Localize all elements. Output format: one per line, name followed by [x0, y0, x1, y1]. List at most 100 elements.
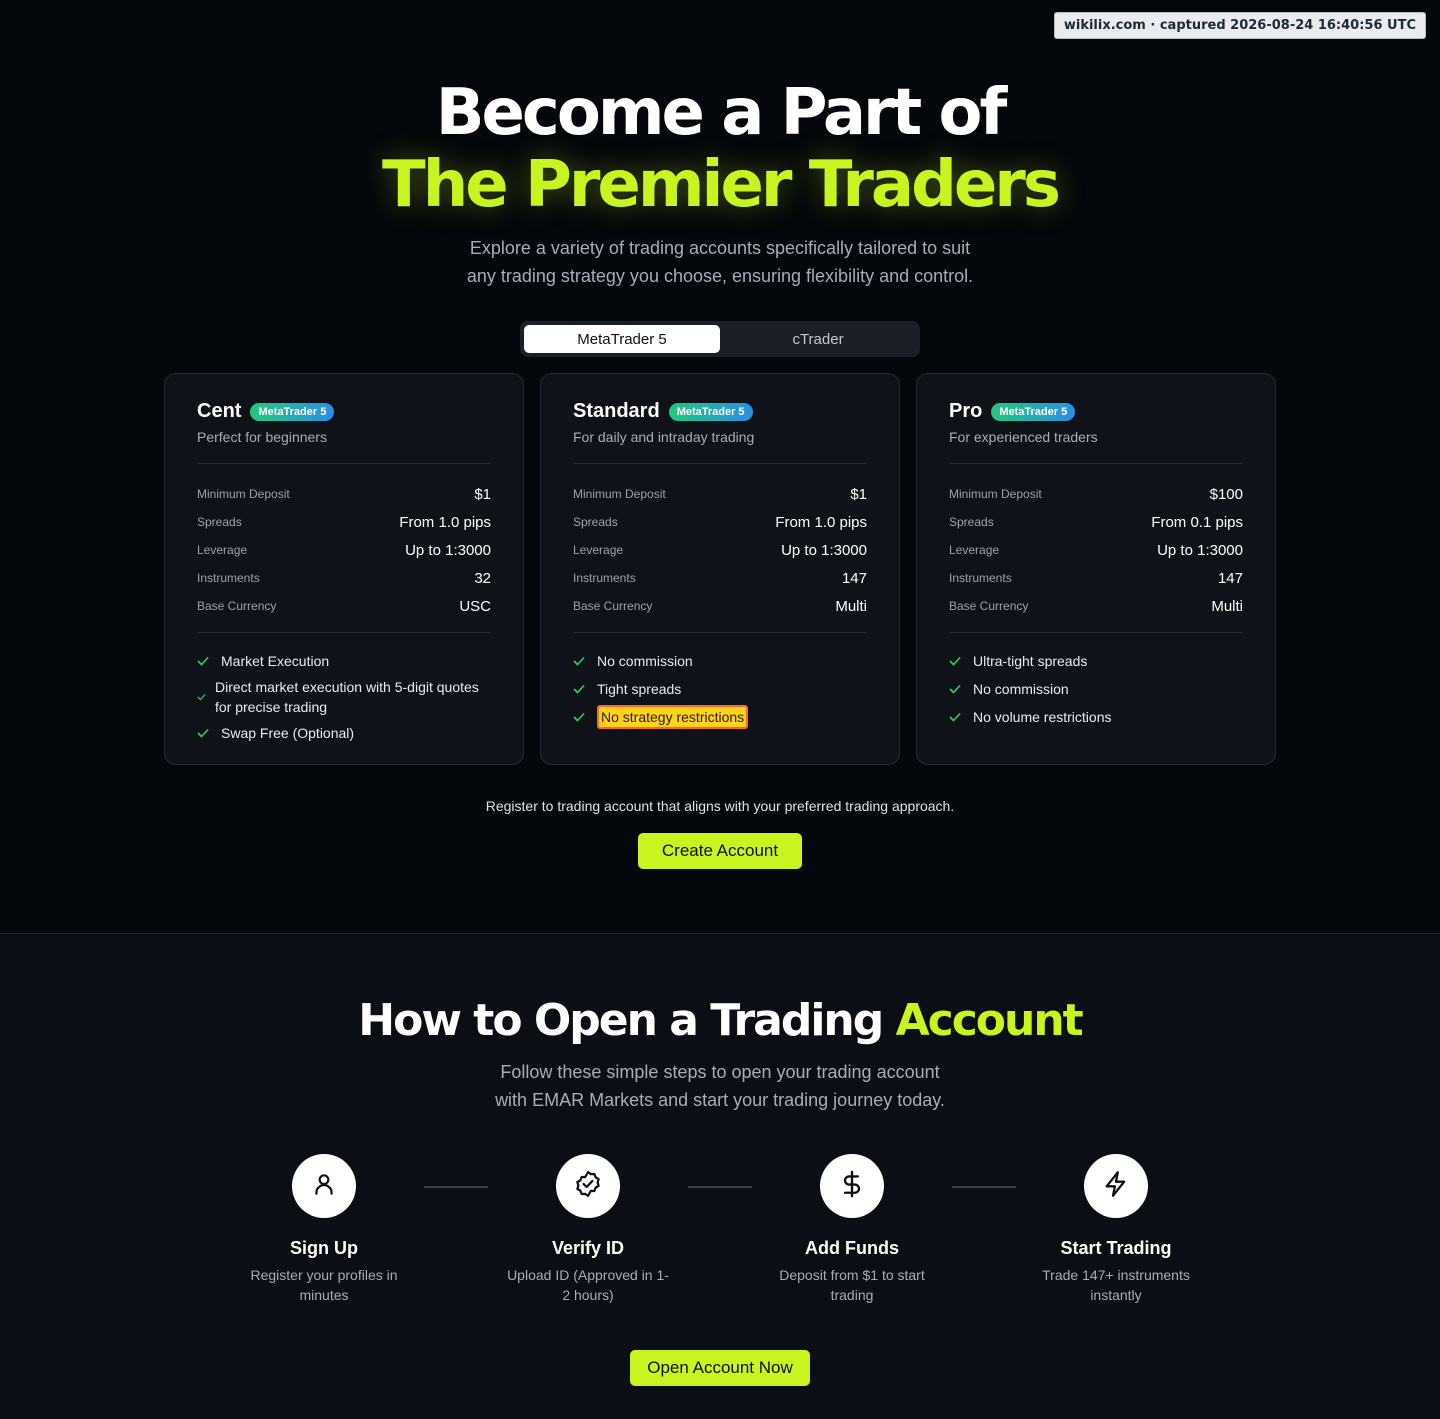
hero-subtitle-line: any trading strategy you choose, ensurin… [466, 266, 974, 286]
how-to-title-main: How to Open a Trading [358, 995, 896, 1046]
spec-label: Base Currency [949, 599, 1029, 613]
spec-label: Minimum Deposit [573, 487, 666, 501]
feature-text: Market Execution [221, 653, 330, 669]
platform-badge: MetaTrader 5 [991, 402, 1076, 421]
feature-item: No strategy restrictions [573, 703, 867, 731]
spec-label: Base Currency [573, 599, 653, 613]
spec-row: Instruments 147 [573, 564, 867, 592]
feature-item: Direct market execution with 5-digit quo… [197, 677, 491, 717]
spec-row: Spreads From 0.1 pips [949, 508, 1243, 536]
step-description: Trade 147+ instruments instantly [1042, 1267, 1190, 1303]
spec-value: Up to 1:3000 [405, 541, 491, 559]
step-connector [952, 1186, 1016, 1188]
hero-title: Become a Part of [435, 76, 1008, 150]
spec-row: Spreads From 1.0 pips [197, 508, 491, 536]
check-icon [573, 712, 587, 722]
step-icon-circle [292, 1154, 356, 1218]
step-verify-id: Verify ID Upload ID (Approved in 1-2 hou… [488, 1154, 688, 1305]
step-description: Deposit from $1 to start trading [779, 1267, 925, 1303]
how-to-title-accent: Account [895, 995, 1084, 1046]
feature-item: Ultra-tight spreads [949, 647, 1243, 675]
step-connector [688, 1186, 752, 1188]
verified-badge-icon [573, 1169, 603, 1204]
feature-list: Ultra-tight spreads No commission No vol… [949, 647, 1243, 731]
step-icon-circle [820, 1154, 884, 1218]
feature-text: No volume restrictions [973, 709, 1112, 725]
feature-text: No commission [597, 653, 693, 669]
divider [573, 463, 867, 464]
open-account-now-button[interactable]: Open Account Now [630, 1350, 810, 1386]
check-icon [197, 728, 211, 738]
feature-list: Market Execution Direct market execution… [197, 647, 491, 747]
spec-row: Leverage Up to 1:3000 [573, 536, 867, 564]
step-icon-circle [1084, 1154, 1148, 1218]
how-to-title: How to Open a Trading Account [0, 995, 1440, 1046]
spec-value: 147 [1217, 569, 1243, 587]
feature-text: Ultra-tight spreads [973, 653, 1088, 669]
user-icon [311, 1171, 337, 1202]
spec-value: From 1.0 pips [399, 513, 491, 531]
step-add-funds: Add Funds Deposit from $1 to start tradi… [752, 1154, 952, 1305]
account-name: Standard [573, 400, 660, 422]
divider [573, 632, 867, 633]
spec-row: Base Currency USC [197, 592, 491, 620]
divider [949, 463, 1243, 464]
platform-badge: MetaTrader 5 [250, 402, 335, 421]
spec-value: From 1.0 pips [775, 513, 867, 531]
spec-value: $1 [850, 485, 867, 503]
create-account-button[interactable]: Create Account [638, 833, 802, 869]
spec-label: Leverage [197, 543, 248, 557]
step-title: Verify ID [551, 1238, 625, 1258]
feature-item: No volume restrictions [949, 703, 1243, 731]
spec-row: Base Currency Multi [949, 592, 1243, 620]
step-description: Register your profiles in minutes [250, 1267, 398, 1303]
spec-label: Leverage [949, 543, 1000, 557]
tab-metatrader-5[interactable]: MetaTrader 5 [524, 325, 720, 353]
dollar-icon [838, 1169, 866, 1204]
account-card-pro: Pro MetaTrader 5 For experienced traders… [916, 373, 1276, 765]
how-to-subtitle-line: with EMAR Markets and start your trading… [495, 1090, 945, 1110]
step-connector [424, 1186, 488, 1188]
spec-value: USC [459, 597, 491, 615]
spec-row: Instruments 147 [949, 564, 1243, 592]
spec-label: Minimum Deposit [197, 487, 290, 501]
account-subtitle: For experienced traders [949, 429, 1098, 445]
feature-text: No commission [973, 681, 1069, 697]
step-start-trading: Start Trading Trade 147+ instruments ins… [1016, 1154, 1216, 1305]
spec-label: Spreads [949, 515, 994, 529]
spec-value: $1 [474, 485, 491, 503]
spec-row: Minimum Deposit $1 [573, 480, 867, 508]
spec-value: $100 [1209, 485, 1243, 503]
spec-label: Minimum Deposit [949, 487, 1042, 501]
highlighted-feature-text: No strategy restrictions [597, 705, 749, 729]
account-subtitle: Perfect for beginners [197, 429, 327, 445]
spec-value: From 0.1 pips [1151, 513, 1243, 531]
tab-ctrader[interactable]: cTrader [720, 325, 916, 353]
how-to-subtitle: Follow these simple steps to open your t… [440, 1058, 1000, 1114]
spec-row: Leverage Up to 1:3000 [197, 536, 491, 564]
spec-value: 32 [474, 569, 491, 587]
account-subtitle: For daily and intraday trading [573, 429, 755, 445]
platform-tabs: MetaTrader 5 cTrader [520, 321, 920, 357]
hero-title-accent: The Premier Traders [382, 148, 1061, 222]
hero-subtitle: Explore a variety of trading accounts sp… [420, 234, 1020, 290]
check-icon [949, 656, 963, 666]
account-name: Cent [197, 400, 242, 422]
spec-row: Leverage Up to 1:3000 [949, 536, 1243, 564]
divider [197, 632, 491, 633]
feature-item: Swap Free (Optional) [197, 719, 491, 747]
spec-label: Instruments [573, 571, 636, 585]
feature-item: No commission [573, 647, 867, 675]
step-title: Sign Up [290, 1238, 358, 1258]
spec-row: Spreads From 1.0 pips [573, 508, 867, 536]
feature-item: No commission [949, 675, 1243, 703]
check-icon [197, 656, 211, 666]
spec-label: Base Currency [197, 599, 277, 613]
check-icon [949, 684, 963, 694]
spec-value: Up to 1:3000 [1157, 541, 1243, 559]
spec-row: Base Currency Multi [573, 592, 867, 620]
feature-text: Direct market execution with 5-digit quo… [215, 679, 479, 715]
how-to-subtitle-line: Follow these simple steps to open your t… [500, 1062, 940, 1082]
divider [197, 463, 491, 464]
account-name: Pro [949, 400, 983, 422]
